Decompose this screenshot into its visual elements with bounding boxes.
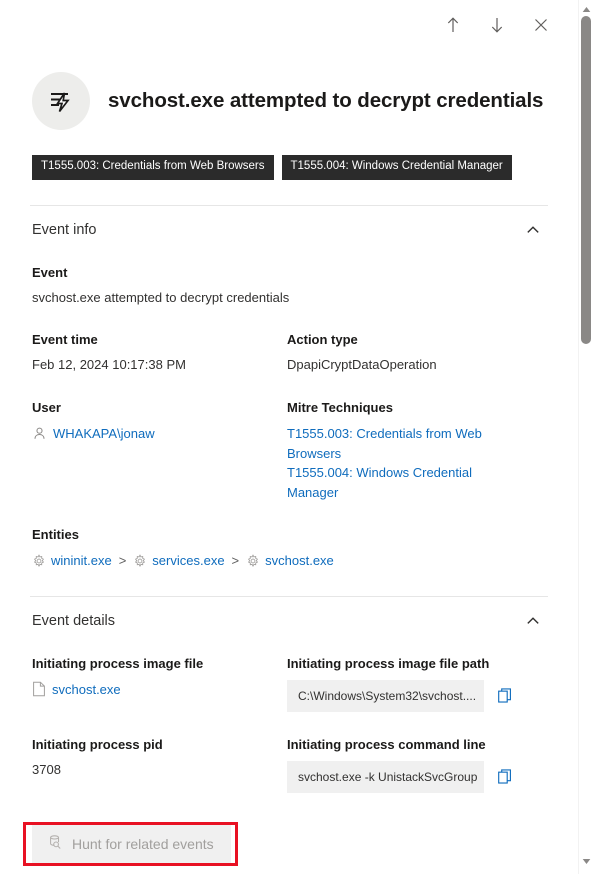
- entity-item[interactable]: wininit.exe: [32, 551, 112, 571]
- field-label: Initiating process image file: [32, 655, 204, 671]
- field-event-time: Event time Feb 12, 2024 10:17:38 PM: [32, 307, 287, 375]
- event-details-panel: svchost.exe attempted to decrypt credent…: [0, 0, 592, 874]
- field-command-line: Initiating process command line svchost.…: [287, 712, 548, 793]
- field-pid: Initiating process pid 3708: [32, 712, 287, 793]
- field-mitre-techniques: Mitre Techniques T1555.003: Credentials …: [287, 375, 548, 502]
- field-value: 3708: [32, 761, 61, 777]
- scroll-up-icon[interactable]: [579, 2, 592, 16]
- alert-title-row: svchost.exe attempted to decrypt credent…: [30, 72, 548, 130]
- mitre-technique-link[interactable]: T1555.004: Windows Credential Manager: [287, 463, 502, 502]
- section-header-event-info[interactable]: Event info: [30, 206, 548, 240]
- copy-image-file-path-button[interactable]: [495, 686, 515, 706]
- copy-command-line-button[interactable]: [495, 767, 515, 787]
- event-details-fields: Initiating process image file svchost.ex…: [30, 631, 548, 793]
- arrow-down-icon: [491, 18, 503, 33]
- next-event-button[interactable]: [482, 10, 512, 40]
- mitre-tag: T1555.004: Windows Credential Manager: [281, 155, 512, 180]
- field-image-file: Initiating process image file svchost.ex…: [32, 631, 287, 712]
- chevron-up-icon[interactable]: [520, 220, 546, 240]
- field-action-type: Action type DpapiCryptDataOperation: [287, 307, 548, 375]
- field-event: Event svchost.exe attempted to decrypt c…: [32, 240, 548, 308]
- section-title: Event details: [32, 612, 116, 629]
- image-file-path-value[interactable]: C:\Windows\System32\svchost....: [287, 679, 484, 712]
- hunt-button-label: Hunt for related events: [72, 835, 214, 852]
- panel-content: svchost.exe attempted to decrypt credent…: [0, 17, 578, 874]
- image-file-link-row[interactable]: svchost.exe: [32, 680, 273, 700]
- arrow-up-icon: [447, 17, 459, 32]
- scroll-down-icon[interactable]: [579, 854, 592, 868]
- entity-item[interactable]: services.exe: [133, 551, 225, 571]
- entity-breadcrumb: wininit.exe > services.exe > svchost.exe: [32, 551, 534, 571]
- field-entities: Entities wininit.exe > services.exe > sv…: [32, 502, 548, 571]
- user-link[interactable]: WHAKAPA\jonaw: [53, 424, 155, 444]
- close-icon: [535, 19, 547, 31]
- alert-lightning-icon: [51, 92, 70, 113]
- image-file-link[interactable]: svchost.exe: [52, 680, 121, 700]
- entity-separator: >: [231, 553, 240, 569]
- vertical-scrollbar[interactable]: [578, 0, 592, 874]
- image-file-path-row: C:\Windows\System32\svchost....: [287, 679, 534, 712]
- entity-item[interactable]: svchost.exe: [246, 551, 334, 571]
- page-title: svchost.exe attempted to decrypt credent…: [108, 88, 544, 112]
- command-line-value[interactable]: svchost.exe -k UnistackSvcGroup: [287, 760, 484, 793]
- field-label: Initiating process pid: [32, 736, 163, 752]
- mitre-tag: T1555.003: Credentials from Web Browsers: [32, 155, 274, 180]
- event-info-fields: Event svchost.exe attempted to decrypt c…: [30, 240, 548, 571]
- copy-icon: [497, 688, 511, 703]
- entity-link[interactable]: svchost.exe: [265, 551, 334, 571]
- field-user: User WHAKAPA\jonaw: [32, 375, 287, 502]
- file-icon: [33, 682, 45, 697]
- field-label: Event time: [32, 332, 98, 348]
- close-panel-button[interactable]: [526, 10, 556, 40]
- mitre-tag-list: T1555.003: Credentials from Web Browsers…: [30, 155, 548, 180]
- panel-command-bar: [0, 0, 578, 50]
- entity-link[interactable]: wininit.exe: [51, 551, 112, 571]
- field-label: Entities: [32, 527, 79, 543]
- alert-icon-badge: [32, 72, 90, 130]
- section-header-event-details[interactable]: Event details: [30, 597, 548, 631]
- scrollbar-thumb[interactable]: [581, 16, 591, 344]
- entity-link[interactable]: services.exe: [152, 551, 224, 571]
- field-value: DpapiCryptDataOperation: [287, 357, 437, 373]
- mitre-link-list: T1555.003: Credentials from Web Browsers…: [287, 424, 534, 502]
- gear-icon: [33, 554, 45, 567]
- field-label: Action type: [287, 332, 358, 348]
- panel-scroll-viewport[interactable]: svchost.exe attempted to decrypt credent…: [0, 0, 578, 874]
- mitre-technique-link[interactable]: T1555.003: Credentials from Web Browsers: [287, 424, 502, 463]
- field-label: Event: [32, 264, 68, 280]
- field-image-file-path: Initiating process image file path C:\Wi…: [287, 631, 548, 712]
- previous-event-button[interactable]: [438, 10, 468, 40]
- hunt-for-related-events-button[interactable]: Hunt for related events: [32, 823, 231, 864]
- copy-icon: [497, 769, 511, 784]
- panel-footer: Hunt for related events: [30, 823, 548, 874]
- field-label: Initiating process image file path: [287, 655, 490, 671]
- gear-icon: [135, 554, 146, 567]
- field-label: Mitre Techniques: [287, 400, 393, 416]
- hunt-database-icon: [47, 834, 64, 854]
- chevron-up-icon[interactable]: [520, 611, 546, 631]
- person-icon: [34, 428, 45, 440]
- section-title: Event info: [32, 221, 97, 238]
- gear-icon: [248, 554, 259, 567]
- field-value: svchost.exe attempted to decrypt credent…: [32, 289, 290, 305]
- command-line-row: svchost.exe -k UnistackSvcGroup: [287, 760, 534, 793]
- entity-separator: >: [118, 553, 127, 569]
- field-value: Feb 12, 2024 10:17:38 PM: [32, 357, 186, 373]
- user-link-row[interactable]: WHAKAPA\jonaw: [32, 424, 273, 444]
- field-label: User: [32, 400, 61, 416]
- field-label: Initiating process command line: [287, 736, 486, 752]
